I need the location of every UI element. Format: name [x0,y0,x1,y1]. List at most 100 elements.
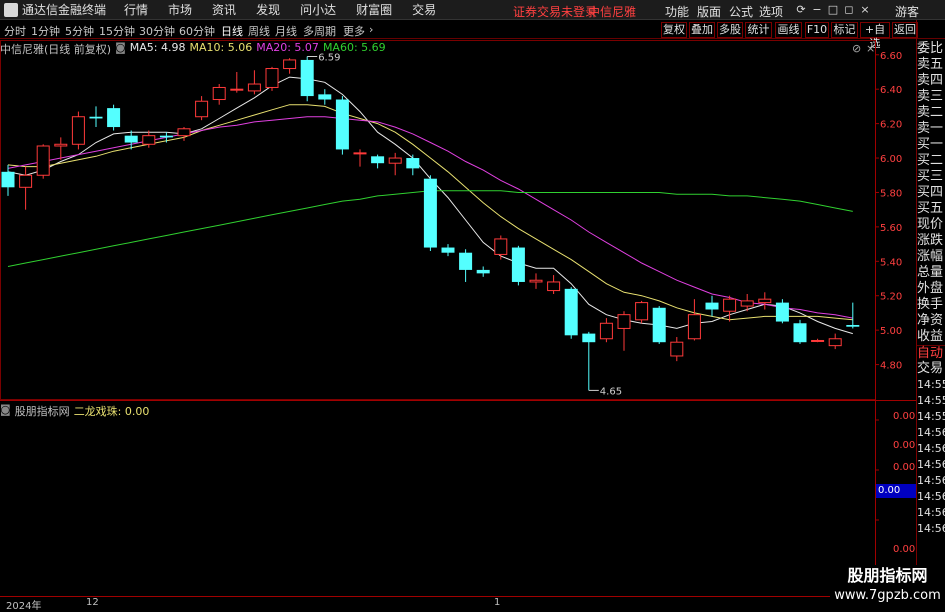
ma5-label: MA5: 4.98 [129,41,186,54]
quote-price: 现价 [917,217,944,232]
price-tick-label: 6.20 [880,120,902,131]
sub-tick-label: 0.00 [893,544,915,555]
candle-body-down [423,178,437,248]
quote-weibi: 委比 [917,41,944,56]
price-tick-label: 6.00 [880,154,902,165]
tick-time: 14:56 [917,458,945,471]
tick-time: 14:55 [917,378,945,391]
candle-body-up [687,314,701,340]
ma10-label: MA10: 5.06 [189,41,253,54]
quote-turnover: 换手 [917,297,944,312]
candle-body-down [335,99,349,150]
quote-net-assets: 净资 [917,313,944,328]
candle-body-up [635,302,649,321]
stock-title[interactable]: 中信尼雅(日线 前复权) [0,41,111,56]
price-tick-label: 5.80 [880,188,902,199]
price-tick-label: 5.40 [880,257,902,268]
candle-body-up [529,279,543,283]
tick-time: 14:56 [917,426,945,439]
sub-indicator-name[interactable]: 股朋指标网 [15,403,70,419]
low-price-label: 4.65 [600,386,622,397]
watermark: 股朋指标网 www.7gpzb.com [830,565,945,609]
sub-tick-label: 0.00 [893,462,915,473]
price-tick-label: 4.80 [880,361,902,372]
quote-sell5: 卖五 [917,57,944,72]
chart-close-icon[interactable]: × [866,42,875,55]
main-panel-border [0,40,876,400]
candle-body-down [459,252,473,270]
candle-body-down [318,94,332,100]
candle-body-up [353,152,367,155]
sub-current-value: 0.00 [876,484,916,498]
price-tick-label: 5.60 [880,223,902,234]
candle-body-up [388,157,402,164]
price-tick-label: 6.40 [880,85,902,96]
candle-body-up [19,174,33,188]
date-label-dec: 12 [86,597,99,608]
tab-auto[interactable]: 自动 [917,345,945,361]
quote-outer: 外盘 [917,281,944,296]
quote-buy1: 买一 [917,137,944,152]
price-axis: 6.60 6.40 6.20 6.00 5.80 5.60 5.40 5.20 5.00 4.80 [875,51,902,372]
quote-buy5: 买五 [917,201,944,216]
tick-time: 14:55 [917,410,945,423]
candle-body-up [71,116,85,145]
candle-body-up [599,322,613,340]
candle-body-down [652,307,666,343]
candle-body-up [670,341,684,357]
candle-body-down [1,171,15,188]
price-tick-label: 6.60 [880,51,902,62]
tick-time: 14:56 [917,522,945,535]
candle-body-down [406,158,420,169]
candle-body-down [159,135,173,138]
candle-body-down [846,324,860,327]
candle-body-down [511,247,525,282]
ma60-label: MA60: 5.69 [322,41,386,54]
quote-sell4: 卖四 [917,73,944,88]
candle-body-up [265,68,279,88]
candle-body-down [705,302,719,310]
quote-change-pct: 涨幅 [917,249,944,264]
candle-body-up [177,128,191,137]
candle-body-up [617,314,631,329]
candle-body-down [564,288,578,336]
main-legend: 中信尼雅(日线 前复权) ◙ MA5: 4.98 MA10: 5.06 MA20… [0,41,390,56]
quote-sell2: 卖二 [917,105,944,120]
watermark-title: 股朋指标网 [847,566,928,585]
quote-buy2: 买二 [917,153,944,168]
candle-body-up [723,298,737,312]
sub-line-label: 二龙戏珠: 0.00 [73,405,150,418]
chart-canvas[interactable]: 6.60 6.40 6.20 6.00 5.80 5.60 5.40 5.20 5.00 4.80… [0,0,945,609]
date-label-jan: 1 [494,597,501,608]
candles [1,55,860,391]
date-axis: 2024年 12 1 [0,597,875,612]
candle-body-up [811,339,825,342]
chart-settings-icon[interactable]: ⊘ [852,42,861,55]
tab-trade[interactable]: 交易 [917,361,945,377]
candle-body-down [107,108,121,128]
quote-sell3: 卖三 [917,89,944,104]
price-tick-label: 5.00 [880,326,902,337]
candle-body-down [476,269,490,274]
candle-body-up [212,86,226,101]
candle-body-down [775,302,789,322]
candle-body-down [89,116,103,119]
sub-toggle-icon[interactable]: ◙ [0,403,11,419]
candle-body-down [582,333,596,343]
tick-time: 14:56 [917,474,945,487]
candle-body-down [371,156,385,164]
candle-body-down [124,135,138,143]
date-label-year: 2024年 [6,601,42,612]
sub-tick-label: 0.00 [893,411,915,422]
candle-body-up [36,145,50,176]
candle-body-up [547,281,561,292]
tick-time: 14:55 [917,394,945,407]
quote-eps: 收益 [917,329,944,344]
candle-body-up [230,88,244,91]
candle-body-down [300,59,314,97]
quote-buy3: 买三 [917,169,944,184]
quote-volume: 总量 [917,265,944,280]
quote-sell1: 卖一 [917,121,944,136]
sub-legend: ◙ 股朋指标网 二龙戏珠: 0.00 [0,403,153,419]
legend-toggle-icon[interactable]: ◙ [115,41,126,55]
